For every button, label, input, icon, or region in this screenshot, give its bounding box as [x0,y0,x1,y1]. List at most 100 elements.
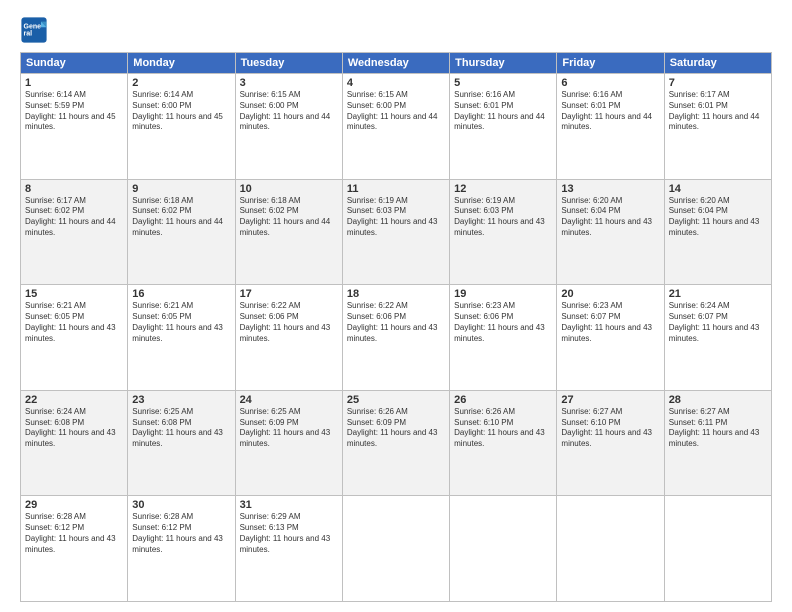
day-info: Sunrise: 6:23 AMSunset: 6:06 PMDaylight:… [454,301,552,344]
calendar-cell: 18Sunrise: 6:22 AMSunset: 6:06 PMDayligh… [342,285,449,391]
day-number: 5 [454,77,552,89]
day-number: 31 [240,499,338,511]
day-number: 24 [240,394,338,406]
calendar-cell: 4Sunrise: 6:15 AMSunset: 6:00 PMDaylight… [342,74,449,180]
day-number: 7 [669,77,767,89]
day-number: 25 [347,394,445,406]
day-number: 6 [561,77,659,89]
day-number: 4 [347,77,445,89]
calendar-cell: 13Sunrise: 6:20 AMSunset: 6:04 PMDayligh… [557,179,664,285]
day-number: 16 [132,288,230,300]
calendar-cell [557,496,664,602]
day-info: Sunrise: 6:25 AMSunset: 6:09 PMDaylight:… [240,407,338,450]
day-info: Sunrise: 6:28 AMSunset: 6:12 PMDaylight:… [25,512,123,555]
day-info: Sunrise: 6:27 AMSunset: 6:10 PMDaylight:… [561,407,659,450]
day-number: 15 [25,288,123,300]
day-number: 20 [561,288,659,300]
day-info: Sunrise: 6:20 AMSunset: 6:04 PMDaylight:… [669,196,767,239]
day-info: Sunrise: 6:15 AMSunset: 6:00 PMDaylight:… [240,90,338,133]
calendar-week-row: 22Sunrise: 6:24 AMSunset: 6:08 PMDayligh… [21,390,772,496]
weekday-header: Saturday [664,53,771,74]
weekday-header: Tuesday [235,53,342,74]
calendar-cell: 3Sunrise: 6:15 AMSunset: 6:00 PMDaylight… [235,74,342,180]
day-number: 27 [561,394,659,406]
calendar-table: SundayMondayTuesdayWednesdayThursdayFrid… [20,52,772,602]
weekday-header: Monday [128,53,235,74]
day-info: Sunrise: 6:29 AMSunset: 6:13 PMDaylight:… [240,512,338,555]
calendar-cell: 6Sunrise: 6:16 AMSunset: 6:01 PMDaylight… [557,74,664,180]
page-header: Gene- ral [20,16,772,44]
day-number: 18 [347,288,445,300]
day-number: 14 [669,183,767,195]
calendar-week-row: 29Sunrise: 6:28 AMSunset: 6:12 PMDayligh… [21,496,772,602]
weekday-header: Friday [557,53,664,74]
day-number: 29 [25,499,123,511]
day-number: 17 [240,288,338,300]
day-number: 3 [240,77,338,89]
calendar-cell: 15Sunrise: 6:21 AMSunset: 6:05 PMDayligh… [21,285,128,391]
calendar-cell: 2Sunrise: 6:14 AMSunset: 6:00 PMDaylight… [128,74,235,180]
svg-text:ral: ral [24,31,33,38]
calendar-header-row: SundayMondayTuesdayWednesdayThursdayFrid… [21,53,772,74]
day-info: Sunrise: 6:18 AMSunset: 6:02 PMDaylight:… [240,196,338,239]
calendar-cell: 1Sunrise: 6:14 AMSunset: 5:59 PMDaylight… [21,74,128,180]
calendar-cell: 17Sunrise: 6:22 AMSunset: 6:06 PMDayligh… [235,285,342,391]
weekday-header: Thursday [450,53,557,74]
day-info: Sunrise: 6:19 AMSunset: 6:03 PMDaylight:… [347,196,445,239]
day-info: Sunrise: 6:25 AMSunset: 6:08 PMDaylight:… [132,407,230,450]
day-info: Sunrise: 6:22 AMSunset: 6:06 PMDaylight:… [347,301,445,344]
calendar-cell [450,496,557,602]
calendar-cell: 27Sunrise: 6:27 AMSunset: 6:10 PMDayligh… [557,390,664,496]
calendar-cell: 20Sunrise: 6:23 AMSunset: 6:07 PMDayligh… [557,285,664,391]
logo: Gene- ral [20,16,52,44]
calendar-week-row: 1Sunrise: 6:14 AMSunset: 5:59 PMDaylight… [21,74,772,180]
day-number: 13 [561,183,659,195]
calendar-cell [342,496,449,602]
day-number: 9 [132,183,230,195]
weekday-header: Wednesday [342,53,449,74]
calendar-week-row: 15Sunrise: 6:21 AMSunset: 6:05 PMDayligh… [21,285,772,391]
day-number: 1 [25,77,123,89]
day-number: 2 [132,77,230,89]
svg-text:Gene-: Gene- [24,24,45,31]
day-info: Sunrise: 6:20 AMSunset: 6:04 PMDaylight:… [561,196,659,239]
calendar-cell: 8Sunrise: 6:17 AMSunset: 6:02 PMDaylight… [21,179,128,285]
day-info: Sunrise: 6:16 AMSunset: 6:01 PMDaylight:… [561,90,659,133]
weekday-header: Sunday [21,53,128,74]
calendar-cell: 16Sunrise: 6:21 AMSunset: 6:05 PMDayligh… [128,285,235,391]
day-number: 23 [132,394,230,406]
calendar-cell: 24Sunrise: 6:25 AMSunset: 6:09 PMDayligh… [235,390,342,496]
day-info: Sunrise: 6:21 AMSunset: 6:05 PMDaylight:… [25,301,123,344]
day-info: Sunrise: 6:19 AMSunset: 6:03 PMDaylight:… [454,196,552,239]
calendar-cell: 22Sunrise: 6:24 AMSunset: 6:08 PMDayligh… [21,390,128,496]
day-info: Sunrise: 6:27 AMSunset: 6:11 PMDaylight:… [669,407,767,450]
calendar-cell: 9Sunrise: 6:18 AMSunset: 6:02 PMDaylight… [128,179,235,285]
calendar-cell: 14Sunrise: 6:20 AMSunset: 6:04 PMDayligh… [664,179,771,285]
day-info: Sunrise: 6:14 AMSunset: 6:00 PMDaylight:… [132,90,230,133]
day-number: 19 [454,288,552,300]
calendar-cell: 29Sunrise: 6:28 AMSunset: 6:12 PMDayligh… [21,496,128,602]
calendar-cell: 31Sunrise: 6:29 AMSunset: 6:13 PMDayligh… [235,496,342,602]
day-number: 10 [240,183,338,195]
calendar-cell: 5Sunrise: 6:16 AMSunset: 6:01 PMDaylight… [450,74,557,180]
calendar-cell: 23Sunrise: 6:25 AMSunset: 6:08 PMDayligh… [128,390,235,496]
day-number: 21 [669,288,767,300]
logo-icon: Gene- ral [20,16,48,44]
calendar-cell: 12Sunrise: 6:19 AMSunset: 6:03 PMDayligh… [450,179,557,285]
day-info: Sunrise: 6:14 AMSunset: 5:59 PMDaylight:… [25,90,123,133]
calendar-cell: 30Sunrise: 6:28 AMSunset: 6:12 PMDayligh… [128,496,235,602]
day-info: Sunrise: 6:28 AMSunset: 6:12 PMDaylight:… [132,512,230,555]
calendar-cell: 21Sunrise: 6:24 AMSunset: 6:07 PMDayligh… [664,285,771,391]
day-info: Sunrise: 6:21 AMSunset: 6:05 PMDaylight:… [132,301,230,344]
day-number: 11 [347,183,445,195]
day-number: 8 [25,183,123,195]
day-info: Sunrise: 6:26 AMSunset: 6:10 PMDaylight:… [454,407,552,450]
calendar-cell [664,496,771,602]
day-info: Sunrise: 6:18 AMSunset: 6:02 PMDaylight:… [132,196,230,239]
day-number: 12 [454,183,552,195]
day-number: 30 [132,499,230,511]
day-info: Sunrise: 6:24 AMSunset: 6:08 PMDaylight:… [25,407,123,450]
calendar-cell: 28Sunrise: 6:27 AMSunset: 6:11 PMDayligh… [664,390,771,496]
page-container: Gene- ral SundayMondayTuesdayWednesdayTh… [0,0,792,612]
day-number: 26 [454,394,552,406]
